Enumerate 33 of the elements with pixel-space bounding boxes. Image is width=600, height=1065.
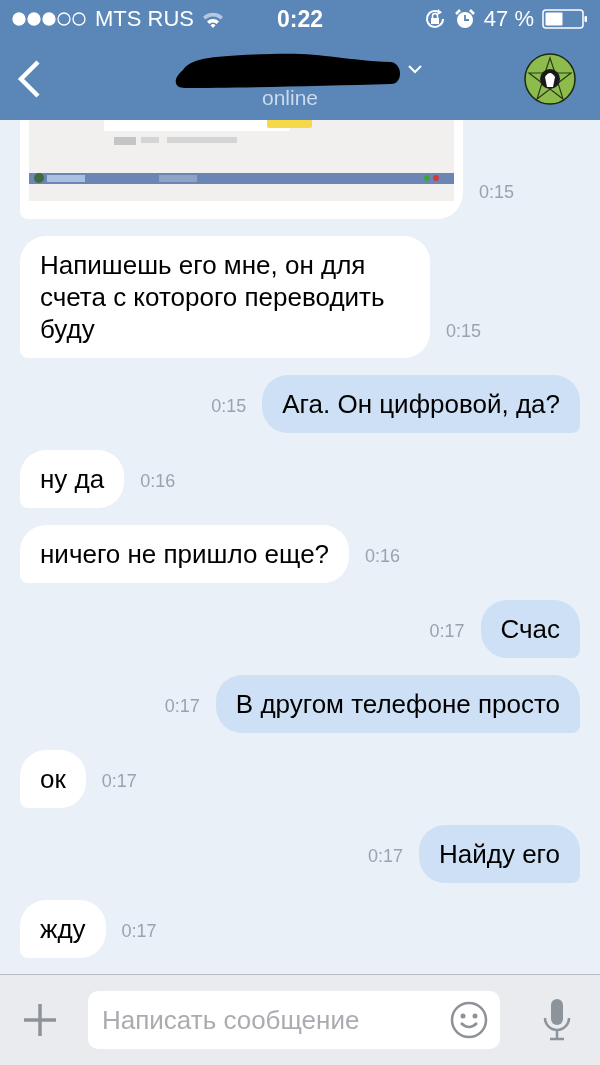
message-bubble[interactable]: ничего не пришло еще? [20, 525, 350, 583]
carrier-name: MTS RUS [95, 6, 194, 32]
message-field[interactable]: Написать сообщение [88, 991, 500, 1049]
message-bubble[interactable]: ну да [20, 450, 125, 508]
rotation-lock-icon [423, 8, 446, 30]
message-time: 0:17 [121, 921, 157, 943]
message-bubble[interactable]: Счас [480, 600, 580, 658]
message-time: 0:17 [367, 846, 403, 868]
emoji-icon[interactable] [450, 1001, 488, 1039]
message-bubble[interactable]: жду [20, 900, 106, 958]
message-time: 0:16 [365, 546, 401, 568]
avatar[interactable] [524, 53, 576, 105]
microphone-button[interactable] [542, 998, 572, 1042]
message-time: 0:15 [446, 321, 482, 343]
message-time: 0:17 [164, 696, 200, 718]
message-bubble[interactable]: Найду его [419, 825, 580, 883]
message-time: 0:16 [140, 471, 176, 493]
battery-percent: 47 % [483, 6, 534, 32]
contact-status: online [261, 86, 319, 110]
message-time: 0:15 [479, 182, 515, 204]
message-bubble[interactable]: Напишешь его мне, он для счета с которого переводить буду [20, 236, 430, 358]
message-time: 0:17 [429, 621, 465, 643]
message-time: 0:17 [101, 771, 137, 793]
message-bubble[interactable]: Ага. Он цифровой, да? [262, 375, 580, 433]
wifi-icon [202, 10, 224, 28]
message-time: 0:15 [211, 396, 247, 418]
caret-icon[interactable] [407, 64, 423, 74]
battery-icon [542, 9, 588, 29]
signal-icon [12, 12, 87, 26]
alarm-icon [453, 8, 476, 30]
status-time: 0:22 [277, 5, 323, 33]
message-bubble[interactable]: В другом телефоне просто [215, 675, 580, 733]
message-bubble[interactable]: ок [20, 750, 86, 808]
